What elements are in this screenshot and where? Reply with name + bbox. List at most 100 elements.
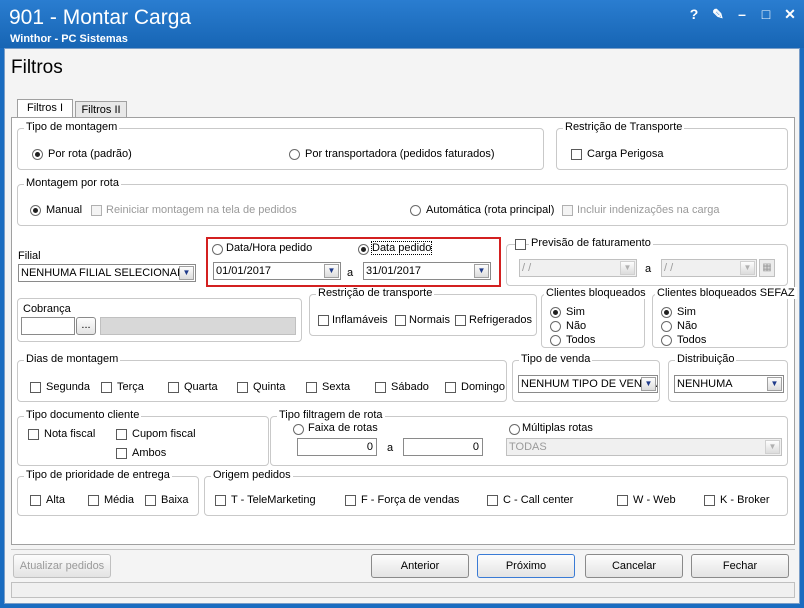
faixa-rotas-radio[interactable]: [293, 424, 304, 435]
tab-filtros-i[interactable]: Filtros I: [17, 99, 73, 119]
previsao-fim-select[interactable]: / / ▼: [661, 259, 757, 277]
quarta-checkbox[interactable]: [168, 382, 179, 393]
cobranca-search-button[interactable]: ...: [76, 317, 96, 335]
data-pedido-label: Data pedido: [370, 241, 433, 255]
domingo-label: Domingo: [461, 381, 506, 393]
chevron-down-icon: ▼: [620, 261, 635, 275]
bloqueados-nao-radio[interactable]: [550, 321, 561, 332]
por-transportadora-radio[interactable]: [289, 149, 300, 160]
sexta-checkbox[interactable]: [306, 382, 317, 393]
nota-fiscal-checkbox[interactable]: [28, 429, 39, 440]
baixa-checkbox[interactable]: [145, 495, 156, 506]
broker-label: K - Broker: [720, 494, 770, 506]
por-rota-radio[interactable]: [32, 149, 43, 160]
ambos-label: Ambos: [132, 447, 167, 459]
cobranca-code-input[interactable]: [21, 317, 75, 335]
web-checkbox[interactable]: [617, 495, 628, 506]
telemarketing-checkbox[interactable]: [215, 495, 226, 506]
previsao-checkbox[interactable]: [515, 239, 526, 250]
por-rota-label: Por rota (padrão): [48, 148, 132, 160]
media-checkbox[interactable]: [88, 495, 99, 506]
alta-checkbox[interactable]: [30, 495, 41, 506]
quarta-label: Quarta: [184, 381, 218, 393]
sabado-checkbox[interactable]: [375, 382, 386, 393]
segunda-checkbox[interactable]: [30, 382, 41, 393]
cobranca-group: Cobrança ...: [17, 298, 302, 342]
reiniciar-checkbox[interactable]: [91, 205, 102, 216]
bloqueados-sim-radio[interactable]: [550, 307, 561, 318]
tipo-venda-value: NENHUM TIPO DE VENDA: [521, 378, 658, 390]
sefaz-nao-radio[interactable]: [661, 321, 672, 332]
rota-fim-input[interactable]: 0: [403, 438, 483, 456]
multiplas-rotas-select[interactable]: TODAS ▼: [506, 438, 782, 456]
data-hora-pedido-radio[interactable]: [212, 244, 223, 255]
status-bar: [11, 582, 795, 598]
previsao-inicio-select[interactable]: / / ▼: [519, 259, 637, 277]
data-inicio-select[interactable]: 01/01/2017 ▼: [213, 262, 341, 280]
restricao-transporte-group: Restrição de transporte Inflamáveis Norm…: [309, 287, 537, 336]
sefaz-todos-radio[interactable]: [661, 335, 672, 346]
maximize-icon[interactable]: □: [758, 6, 774, 22]
clientes-bloqueados-group: Clientes bloqueados Sim Não Todos: [541, 287, 648, 348]
prioridade-label: Tipo de prioridade de entrega: [24, 469, 172, 481]
cobranca-desc-input[interactable]: [100, 317, 296, 335]
dias-montagem-group: Dias de montagem Segunda Terça Quarta Qu…: [17, 353, 507, 402]
carga-perigosa-checkbox[interactable]: [571, 149, 582, 160]
refrigerados-checkbox[interactable]: [455, 315, 466, 326]
atualizar-pedidos-button[interactable]: Atualizar pedidos: [13, 554, 111, 578]
close-icon[interactable]: ✕: [782, 6, 798, 22]
alta-label: Alta: [46, 494, 65, 506]
data-fim-select[interactable]: 31/01/2017 ▼: [363, 262, 491, 280]
normais-label: Normais: [409, 314, 450, 326]
title-bar: 901 - Montar Carga Winthor - PC Sistemas…: [0, 0, 804, 48]
cancelar-button[interactable]: Cancelar: [585, 554, 683, 578]
manual-radio[interactable]: [30, 205, 41, 216]
sabado-label: Sábado: [391, 381, 429, 393]
chevron-down-icon: ▼: [641, 377, 656, 391]
domingo-checkbox[interactable]: [445, 382, 456, 393]
call-center-checkbox[interactable]: [487, 495, 498, 506]
tipo-venda-select[interactable]: NENHUM TIPO DE VENDA ▼: [518, 375, 658, 393]
terca-checkbox[interactable]: [101, 382, 112, 393]
rota-sep: a: [387, 442, 394, 454]
cupom-fiscal-label: Cupom fiscal: [132, 428, 196, 440]
distribuicao-select[interactable]: NENHUMA ▼: [674, 375, 784, 393]
window-subtitle: Winthor - PC Sistemas: [10, 33, 128, 45]
quinta-checkbox[interactable]: [237, 382, 248, 393]
multiplas-rotas-radio[interactable]: [509, 424, 520, 435]
refrigerados-label: Refrigerados: [469, 314, 532, 326]
help-icon[interactable]: ?: [686, 6, 702, 22]
calendar-icon[interactable]: ▦: [759, 259, 775, 277]
tipo-filtragem-rota-group: Tipo filtragem de rota Faixa de rotas 0 …: [270, 409, 788, 466]
rota-inicio-input[interactable]: 0: [297, 438, 377, 456]
window-title: 901 - Montar Carga: [9, 6, 192, 29]
bloqueados-sim-label: Sim: [566, 306, 585, 318]
tipo-venda-label: Tipo de venda: [519, 353, 593, 365]
anterior-button[interactable]: Anterior: [371, 554, 469, 578]
multiplas-rotas-label: Múltiplas rotas: [522, 422, 593, 434]
incluir-indenizacoes-checkbox[interactable]: [562, 205, 573, 216]
cupom-fiscal-checkbox[interactable]: [116, 429, 127, 440]
inflamaveis-checkbox[interactable]: [318, 315, 329, 326]
sefaz-sim-radio[interactable]: [661, 307, 672, 318]
filial-select[interactable]: NENHUMA FILIAL SELECIONADA ▼: [18, 264, 196, 282]
automatica-radio[interactable]: [410, 205, 421, 216]
forca-vendas-label: F - Força de vendas: [361, 494, 460, 506]
edit-icon[interactable]: ✎: [710, 6, 726, 22]
sefaz-sim-label: Sim: [677, 306, 696, 318]
clientes-bloqueados-sefaz-group: Clientes bloqueados SEFAZ Sim Não Todos: [652, 287, 797, 348]
normais-checkbox[interactable]: [395, 315, 406, 326]
bloqueados-todos-radio[interactable]: [550, 335, 561, 346]
previsao-group: Previsão de faturamento / / ▼ a / / ▼ ▦: [506, 237, 788, 286]
data-pedido-radio[interactable]: [358, 244, 369, 255]
ambos-checkbox[interactable]: [116, 448, 127, 459]
fechar-button[interactable]: Fechar: [691, 554, 789, 578]
broker-checkbox[interactable]: [704, 495, 715, 506]
bloqueados-todos-label: Todos: [566, 334, 596, 346]
distribuicao-value: NENHUMA: [677, 378, 733, 390]
proximo-button[interactable]: Próximo: [477, 554, 575, 578]
dias-montagem-label: Dias de montagem: [24, 353, 121, 365]
minimize-icon[interactable]: –: [734, 6, 750, 22]
montagem-por-rota-group: Montagem por rota Manual Reiniciar monta…: [17, 177, 788, 226]
forca-vendas-checkbox[interactable]: [345, 495, 356, 506]
